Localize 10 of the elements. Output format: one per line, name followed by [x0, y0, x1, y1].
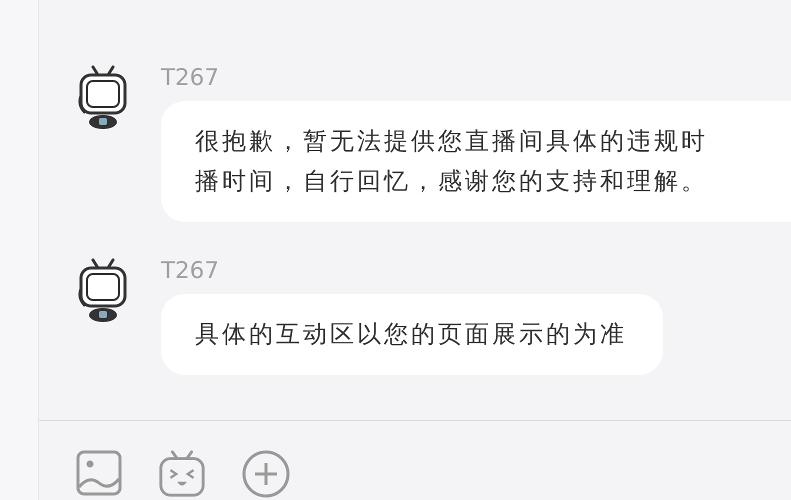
tv-avatar-icon [77, 258, 129, 324]
image-icon[interactable] [75, 449, 123, 497]
sender-name: T267 [161, 64, 219, 93]
tv-avatar-icon [77, 65, 129, 131]
message-text: 具体的互动区以您的页面展示的为准 [195, 319, 627, 350]
emoji-icon[interactable] [157, 449, 207, 499]
message-text: 很抱歉，暂无法提供您直播间具体的违规时 [195, 126, 709, 157]
sender-name: T267 [161, 257, 219, 286]
add-icon[interactable] [241, 449, 291, 499]
message-text: 播时间，自行回忆，感谢您的支持和理解。 [195, 166, 709, 197]
